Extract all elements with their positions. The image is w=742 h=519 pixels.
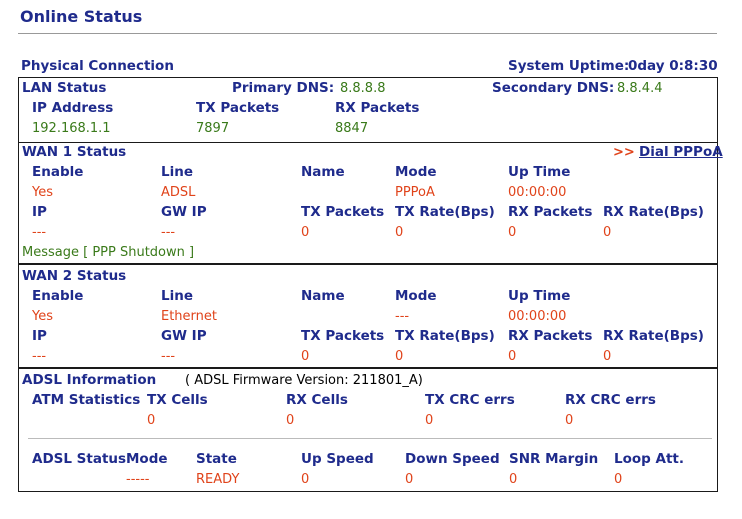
wan1-rxrate-header: RX Rate(Bps)	[603, 204, 704, 220]
adsl-downspeed-header: Down Speed	[405, 451, 500, 467]
wan2-gwip-value: ---	[161, 349, 176, 364]
wan2-rxpackets-value: 0	[508, 349, 517, 364]
wan2-rxrate-value: 0	[603, 349, 612, 364]
wan1-message: Message [ PPP Shutdown ]	[22, 245, 195, 260]
wan2-uptime-value: 00:00:00	[508, 309, 567, 324]
wan2-txrate-header: TX Rate(Bps)	[395, 328, 495, 344]
atm-statistics-label: ATM Statistics	[32, 392, 141, 408]
wan1-name-header: Name	[301, 164, 345, 180]
lan-ip-header: IP Address	[32, 100, 114, 116]
wan2-status-title: WAN 2 Status	[22, 268, 127, 284]
wan1-enable-value: Yes	[32, 185, 53, 200]
wan2-enable-header: Enable	[32, 288, 84, 304]
adsl-snr-value: 0	[509, 472, 518, 487]
lan-status-title: LAN Status	[22, 80, 107, 96]
wan2-ip-header: IP	[32, 328, 47, 344]
atm-rxcrc-value: 0	[565, 413, 574, 428]
atm-rxcells-header: RX Cells	[286, 392, 348, 408]
adsl-upspeed-header: Up Speed	[301, 451, 374, 467]
title-divider	[18, 33, 717, 34]
atm-txcrc-value: 0	[425, 413, 434, 428]
system-uptime-label: System Uptime:	[508, 58, 630, 74]
wan2-line-header: Line	[161, 288, 193, 304]
adsl-state-value: READY	[196, 472, 240, 487]
wan1-mode-header: Mode	[395, 164, 437, 180]
wan1-txpackets-value: 0	[301, 225, 310, 240]
wan1-mode-value: PPPoA	[395, 185, 435, 200]
adsl-upspeed-value: 0	[301, 472, 310, 487]
wan2-txpackets-header: TX Packets	[301, 328, 385, 344]
wan1-ip-header: IP	[32, 204, 47, 220]
wan2-txpackets-value: 0	[301, 349, 310, 364]
wan2-name-header: Name	[301, 288, 345, 304]
adsl-divider	[28, 438, 712, 439]
adsl-state-header: State	[196, 451, 237, 467]
secondary-dns-label: Secondary DNS:	[492, 80, 615, 96]
lan-tx-value: 7897	[196, 121, 230, 136]
wan1-uptime-header: Up Time	[508, 164, 571, 180]
wan2-rxrate-header: RX Rate(Bps)	[603, 328, 704, 344]
dial-arrows-icon: >>	[613, 145, 635, 160]
wan1-ip-value: ---	[32, 225, 47, 240]
wan2-uptime-header: Up Time	[508, 288, 571, 304]
wan2-rxpackets-header: RX Packets	[508, 328, 593, 344]
wan2-enable-value: Yes	[32, 309, 53, 324]
adsl-snr-header: SNR Margin	[509, 451, 599, 467]
dial-pppoa-link[interactable]: Dial PPPoA	[639, 144, 723, 160]
wan1-txrate-header: TX Rate(Bps)	[395, 204, 495, 220]
wan2-gwip-header: GW IP	[161, 328, 207, 344]
wan2-txrate-value: 0	[395, 349, 404, 364]
page-title: Online Status	[20, 7, 143, 26]
system-uptime-value: 0day 0:8:30	[628, 58, 718, 74]
wan2-mode-header: Mode	[395, 288, 437, 304]
atm-txcells-value: 0	[147, 413, 156, 428]
primary-dns-label: Primary DNS:	[232, 80, 335, 96]
wan1-txrate-value: 0	[395, 225, 404, 240]
wan1-gwip-header: GW IP	[161, 204, 207, 220]
atm-txcrc-header: TX CRC errs	[425, 392, 515, 408]
wan2-ip-value: ---	[32, 349, 47, 364]
adsl-loopatt-header: Loop Att.	[614, 451, 684, 467]
lan-rx-value: 8847	[335, 121, 369, 136]
lan-ip-value: 192.168.1.1	[32, 121, 111, 136]
lan-tx-header: TX Packets	[196, 100, 280, 116]
atm-rxcrc-header: RX CRC errs	[565, 392, 656, 408]
wan1-status-title: WAN 1 Status	[22, 144, 127, 160]
wan1-gwip-value: ---	[161, 225, 176, 240]
wan1-rxrate-value: 0	[603, 225, 612, 240]
wan2-line-value: Ethernet	[161, 309, 217, 324]
wan1-line-header: Line	[161, 164, 193, 180]
adsl-status-label: ADSL Status	[32, 451, 127, 467]
primary-dns-value: 8.8.8.8	[340, 81, 386, 96]
secondary-dns-value: 8.8.4.4	[617, 81, 663, 96]
wan1-rxpackets-value: 0	[508, 225, 517, 240]
adsl-information-title: ADSL Information	[22, 372, 157, 388]
wan1-rxpackets-header: RX Packets	[508, 204, 593, 220]
adsl-mode-value: -----	[126, 472, 150, 487]
wan1-uptime-value: 00:00:00	[508, 185, 567, 200]
wan1-enable-header: Enable	[32, 164, 84, 180]
wan1-line-value: ADSL	[161, 185, 196, 200]
adsl-firmware-version: ( ADSL Firmware Version: 211801_A)	[185, 373, 423, 388]
adsl-downspeed-value: 0	[405, 472, 414, 487]
adsl-mode-header: Mode	[126, 451, 168, 467]
lan-rx-header: RX Packets	[335, 100, 420, 116]
wan1-txpackets-header: TX Packets	[301, 204, 385, 220]
atm-rxcells-value: 0	[286, 413, 295, 428]
adsl-loopatt-value: 0	[614, 472, 623, 487]
physical-connection-title: Physical Connection	[21, 58, 174, 74]
wan2-mode-value: ---	[395, 309, 410, 324]
atm-txcells-header: TX Cells	[147, 392, 208, 408]
